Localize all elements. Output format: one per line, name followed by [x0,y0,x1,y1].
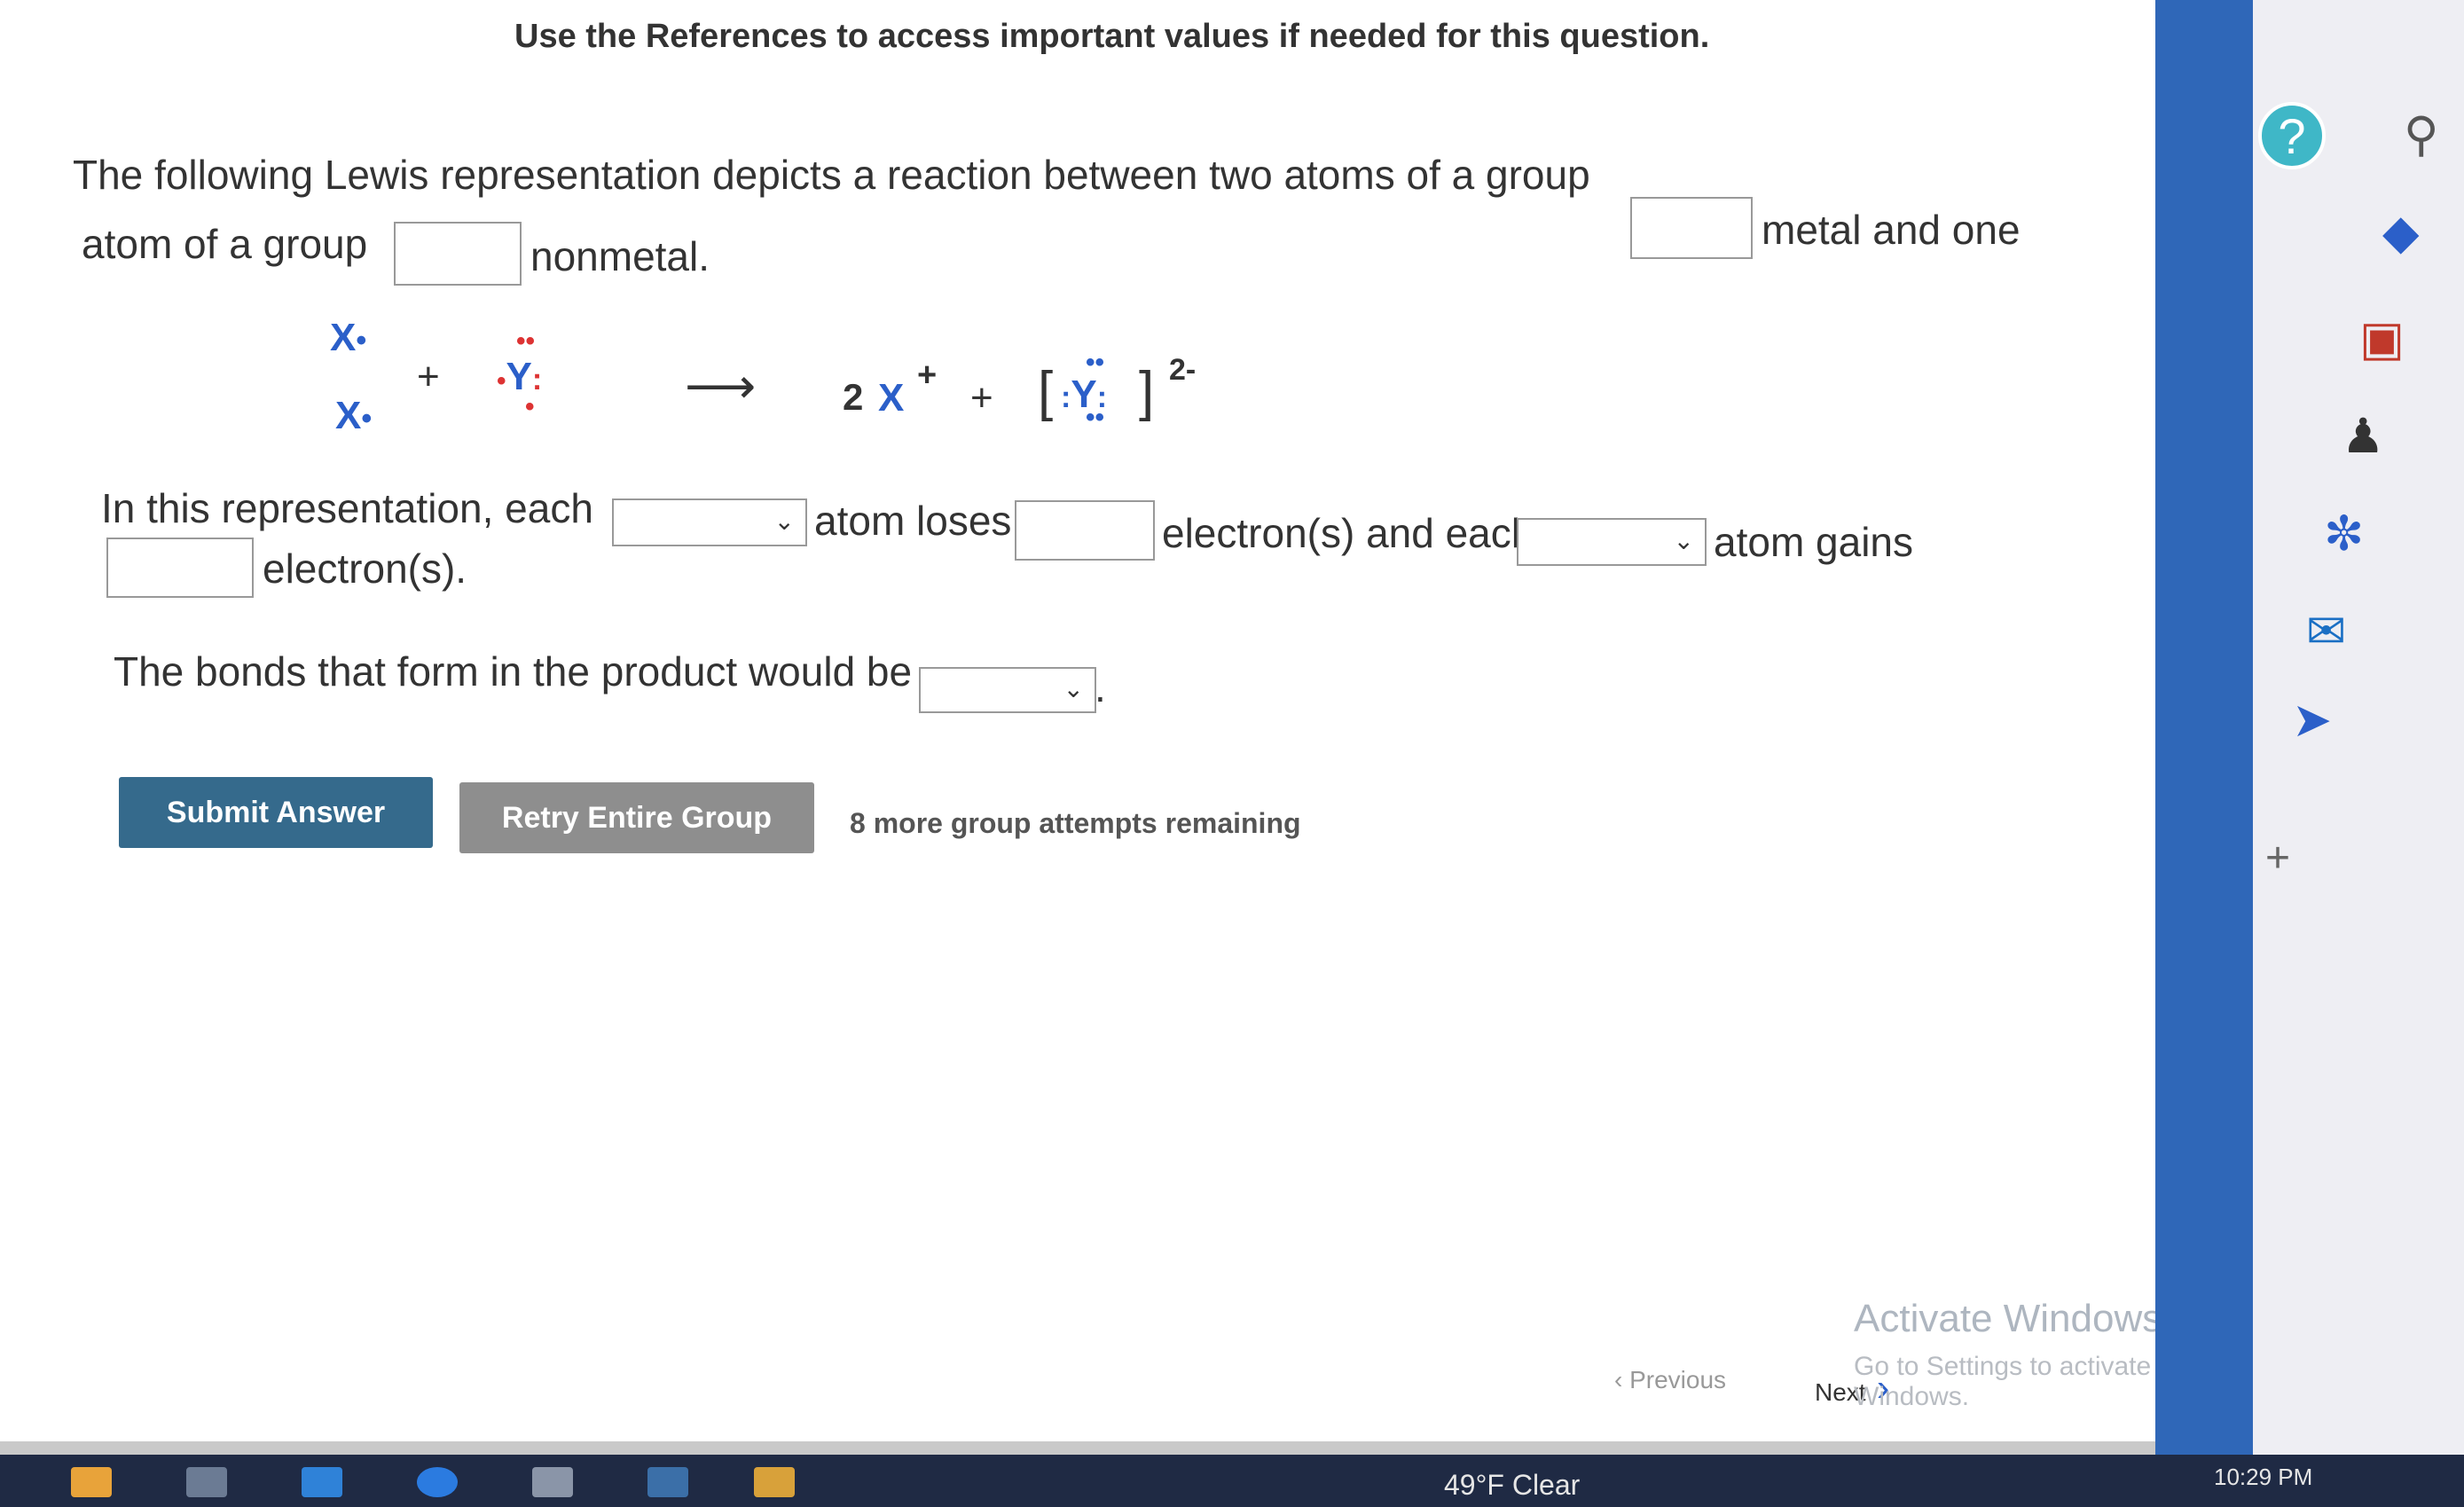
send-icon[interactable]: ➤ [2292,692,2332,748]
representation-text-4: atom gains [1714,519,1914,565]
representation-text-5: electron(s). [263,546,467,592]
cation-charge: + [917,357,938,394]
x-atom-1: X• [330,316,367,359]
retry-entire-group-button[interactable]: Retry Entire Group [459,782,814,853]
help-icon[interactable]: ? [2258,102,2326,169]
toolbox-icon[interactable]: ▣ [2359,310,2405,366]
question-page: Use the References to access important v… [0,0,2226,1441]
bonds-period: . [1095,664,1106,710]
reaction-arrow: ⟶ [685,357,757,413]
product-coefficient: 2 [843,376,864,418]
question-text-1: The following Lewis representation depic… [73,152,1590,198]
edge-icon[interactable] [417,1467,458,1497]
question-text-2: metal and one [1762,207,2021,253]
representation-text-2: atom loses [814,498,1012,544]
nonmetal-group-input[interactable] [394,222,522,286]
browser-sidebar [2253,0,2464,1455]
search-icon[interactable]: ⚲ [2404,106,2439,162]
outlook-icon[interactable]: ✉ [2306,603,2346,659]
activate-windows-title: Activate Windows [1854,1297,2162,1340]
bracket-right: ] [1139,361,1155,422]
question-text-4: nonmetal. [530,233,710,279]
bracket-left: [ [1038,361,1054,422]
games-icon[interactable]: ♟ [2342,408,2384,464]
taskbar [0,1455,2464,1507]
references-banner: Use the References to access important v… [514,18,1710,55]
tag-icon[interactable]: ◆ [2382,204,2420,260]
app-icon[interactable] [532,1467,573,1497]
question-text-3: atom of a group [82,221,368,267]
electrons-lost-input[interactable] [1015,500,1155,561]
gaining-atom-select[interactable]: ⌄ [1517,518,1707,566]
submit-answer-button[interactable]: Submit Answer [119,777,433,848]
plus-sign-2: + [970,376,993,420]
clock[interactable]: 10:29 PM [2214,1464,2312,1491]
store-icon[interactable] [186,1467,227,1497]
electrons-gained-input[interactable] [106,538,254,598]
previous-link[interactable]: ‹ Previous [1614,1366,1726,1394]
y-anion: •• :Y: •• [1061,348,1108,432]
x-atom-2: X• [335,394,373,437]
x-cation: X [878,376,905,420]
attempts-remaining: 8 more group attempts remaining [850,807,1301,839]
copilot-icon[interactable]: ✼ [2324,506,2364,561]
y-atom: •• •Y: • [497,326,543,421]
chevron-left-icon: ‹ [1614,1366,1630,1393]
anion-charge: 2- [1169,353,1197,387]
weather-widget[interactable]: 49°F Clear [1444,1469,1580,1502]
folder-icon[interactable] [754,1467,795,1497]
browser-edge [2155,0,2253,1455]
chevron-down-icon: ⌄ [1673,526,1694,554]
plus-sign-1: + [417,355,440,398]
metal-group-input[interactable] [1630,197,1753,259]
losing-atom-select[interactable]: ⌄ [612,498,807,546]
representation-text-1: In this representation, each [101,485,593,531]
representation-text-3: electron(s) and each [1162,510,1534,556]
add-icon[interactable]: + [2265,834,2290,883]
bonds-text: The bonds that form in the product would… [114,648,913,695]
file-explorer-icon[interactable] [71,1467,112,1497]
chevron-down-icon: ⌄ [1063,674,1084,702]
bond-type-select[interactable]: ⌄ [919,667,1096,713]
chevron-down-icon: ⌄ [773,506,795,535]
mail-icon[interactable] [302,1467,342,1497]
calculator-icon[interactable] [647,1467,688,1497]
